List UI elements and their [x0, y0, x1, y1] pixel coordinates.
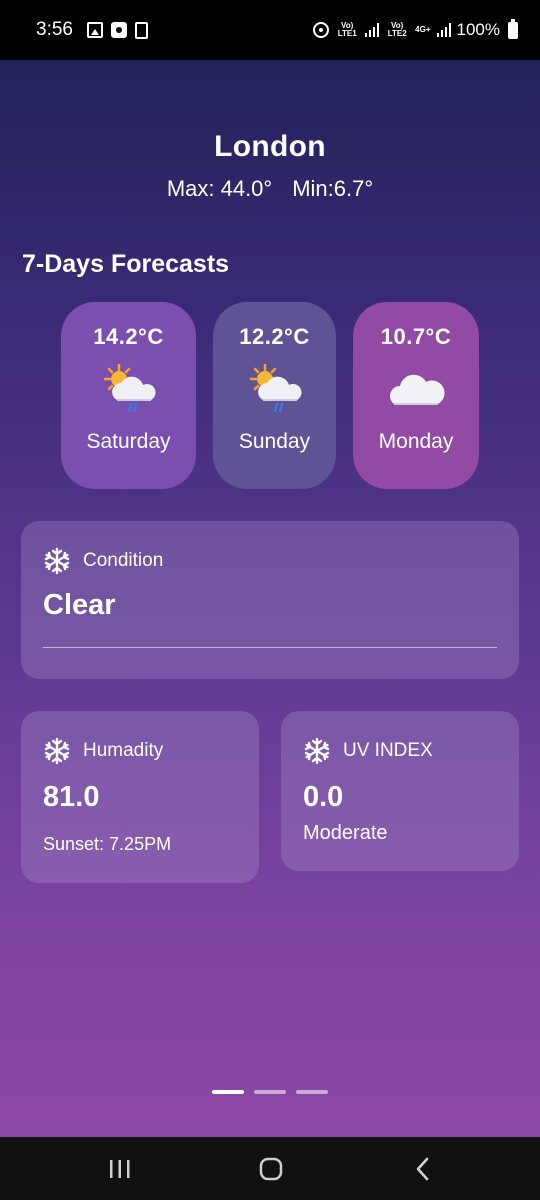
- min-temperature: Min:6.7°: [292, 176, 374, 201]
- uv-value: 0.0: [303, 781, 344, 813]
- status-left: 3:56: [36, 19, 148, 41]
- status-bar: 3:56 Vo) LTE1 Vo) LTE2 4G+ 100%: [0, 0, 540, 60]
- uv-index-card: UV INDEX 0.0 Moderate: [281, 711, 519, 871]
- snowflake-icon: [44, 547, 70, 575]
- forecast-temp: 12.2°C: [239, 324, 310, 349]
- condition-card: Condition Clear: [21, 521, 519, 679]
- sun-cloud-rain-icon: [249, 363, 301, 413]
- forecast-day: Monday: [378, 430, 454, 453]
- snowflake-icon: [304, 737, 330, 765]
- network-tag-4g: 4G+: [415, 25, 431, 34]
- page-dot[interactable]: [254, 1090, 286, 1094]
- gallery-notification-icon: [86, 22, 103, 38]
- network-tag-lte1: Vo) LTE1: [337, 21, 357, 38]
- max-temperature: Max: 44.0°: [166, 176, 273, 201]
- document-notification-icon: [134, 21, 148, 39]
- condition-header: Condition: [43, 547, 163, 575]
- uv-header: UV INDEX: [303, 737, 433, 765]
- forecast-title: 7-Days Forecasts: [22, 250, 230, 278]
- weather-screen[interactable]: London Max: 44.0° Min:6.7° 7-Days Forecas…: [0, 60, 540, 1137]
- uv-level: Moderate: [303, 822, 388, 844]
- sunset-time: Sunset: 7.25PM: [43, 834, 172, 854]
- humidity-card: Humadity 81.0 Sunset: 7.25PM: [21, 711, 259, 883]
- home-button[interactable]: [231, 1137, 311, 1200]
- back-button[interactable]: [383, 1137, 463, 1200]
- hotspot-icon: [313, 22, 330, 38]
- sun-cloud-rain-icon: [103, 363, 155, 413]
- forecast-temp: 10.7°C: [380, 324, 452, 349]
- recent-apps-icon: [110, 1159, 130, 1178]
- uv-label: UV INDEX: [343, 740, 433, 761]
- home-icon: [259, 1157, 283, 1180]
- humidity-header: Humadity: [43, 737, 163, 765]
- signal-icon-1: [365, 23, 380, 37]
- page-dot[interactable]: [296, 1090, 328, 1094]
- condition-divider: [43, 647, 497, 648]
- back-icon: [416, 1157, 429, 1180]
- forecast-card-sunday[interactable]: 12.2°C Sunday: [213, 302, 336, 489]
- system-nav-bar: [0, 1137, 540, 1200]
- forecast-temp: 14.2°C: [93, 324, 164, 349]
- humidity-value: 81.0: [43, 781, 100, 813]
- status-right: Vo) LTE1 Vo) LTE2 4G+ 100%: [313, 18, 518, 40]
- battery-percent: 100%: [456, 20, 500, 39]
- forecast-card-saturday[interactable]: 14.2°C Saturday: [61, 302, 196, 489]
- signal-icon-2: [436, 23, 451, 37]
- city-name: London: [214, 130, 326, 163]
- battery-icon: [508, 18, 518, 39]
- cloud-icon: [390, 374, 445, 405]
- min-max-temperature: Max: 44.0° Min:6.7°: [0, 176, 540, 202]
- condition-label: Condition: [83, 550, 164, 571]
- forecast-day: Saturday: [86, 430, 171, 453]
- forecast-day: Sunday: [238, 430, 311, 453]
- network-tag-lte2: Vo) LTE2: [387, 21, 407, 38]
- forecast-card-monday[interactable]: 10.7°C Monday: [353, 302, 479, 489]
- page-dot-active[interactable]: [212, 1090, 244, 1094]
- page-indicator[interactable]: [212, 1090, 328, 1094]
- screen-record-notification-icon: [110, 22, 127, 38]
- status-time: 3:56: [36, 19, 73, 40]
- snowflake-icon: [44, 737, 70, 765]
- humidity-label: Humadity: [83, 740, 164, 761]
- condition-value: Clear: [43, 589, 116, 621]
- recent-apps-button[interactable]: [80, 1137, 160, 1200]
